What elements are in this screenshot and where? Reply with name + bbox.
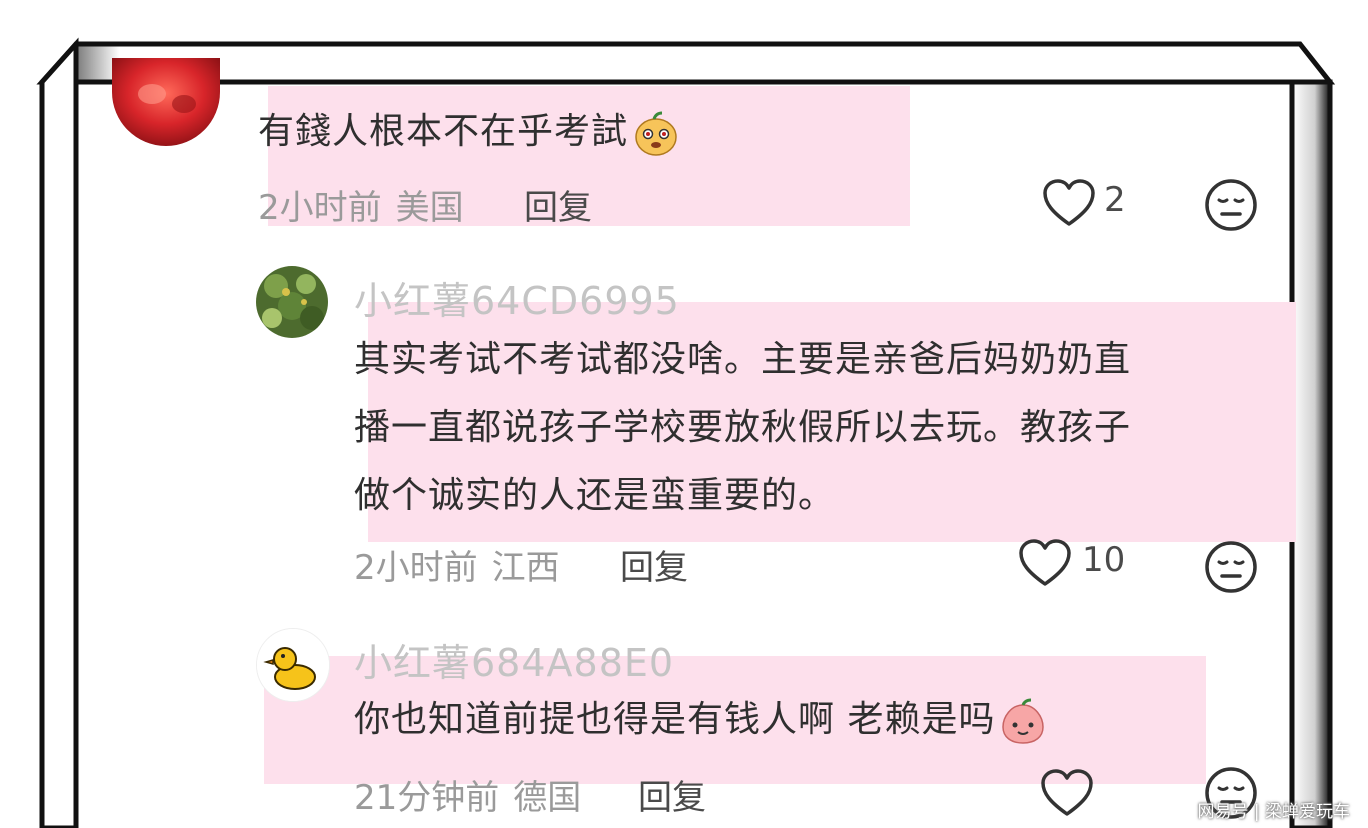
comment-meta: 21分钟前 德国	[354, 770, 581, 819]
comment-line: 播一直都说孩子学校要放秋假所以去玩。教孩子	[354, 407, 1132, 448]
like-button[interactable]	[1018, 538, 1072, 588]
avatar[interactable]	[256, 628, 330, 702]
comment-time: 21分钟前	[354, 778, 500, 818]
avatar[interactable]	[112, 58, 220, 146]
comment-text: 有錢人根本不在乎考試	[258, 98, 680, 166]
fruit-face-emoji	[632, 109, 680, 157]
dislike-button[interactable]	[1204, 540, 1258, 594]
comment-line: 其实考试不考试都没啥。主要是亲爸后妈奶奶直	[354, 339, 1132, 380]
comment-time: 2小时前	[354, 548, 478, 588]
avatar[interactable]	[256, 266, 328, 338]
comment-location: 江西	[491, 548, 560, 588]
dislike-button[interactable]	[1204, 178, 1258, 232]
heart-icon	[1041, 769, 1093, 816]
heart-icon	[1043, 179, 1095, 226]
like-count: 2	[1104, 180, 1126, 220]
comment-location: 美国	[395, 188, 464, 228]
like-count: 10	[1082, 540, 1126, 580]
comment-location: 德国	[513, 778, 582, 818]
meh-face-icon	[1205, 179, 1257, 231]
username[interactable]: 小红薯64CD6995	[354, 270, 680, 325]
reply-button[interactable]: 回复	[620, 540, 688, 589]
reply-button[interactable]: 回复	[524, 180, 592, 229]
comment-meta: 2小时前 美国	[258, 180, 464, 229]
comment-list: 有錢人根本不在乎考試 2小时前 美国 回复 2 小红薯64CD6995 其实考试…	[0, 0, 1368, 828]
watermark: 网易号 | 梁蝉爱玩车	[1197, 802, 1350, 822]
duck-icon	[257, 629, 329, 701]
reply-button[interactable]: 回复	[638, 770, 706, 819]
comment-text: 其实考试不考试都没啥。主要是亲爸后妈奶奶直 播一直都说孩子学校要放秋假所以去玩。…	[354, 326, 1274, 530]
like-button[interactable]	[1042, 178, 1096, 228]
peach-face-emoji	[999, 697, 1047, 745]
comment-time: 2小时前	[258, 188, 382, 228]
comment-text: 你也知道前提也得是有钱人啊 老赖是吗	[354, 686, 1047, 754]
username[interactable]: 小红薯684A88E0	[354, 632, 674, 687]
like-button[interactable]	[1040, 768, 1094, 818]
heart-icon	[1019, 539, 1071, 586]
comment-line: 做个诚实的人还是蛮重要的。	[354, 475, 836, 516]
comment-meta: 2小时前 江西	[354, 540, 560, 589]
meh-face-icon	[1205, 541, 1257, 593]
